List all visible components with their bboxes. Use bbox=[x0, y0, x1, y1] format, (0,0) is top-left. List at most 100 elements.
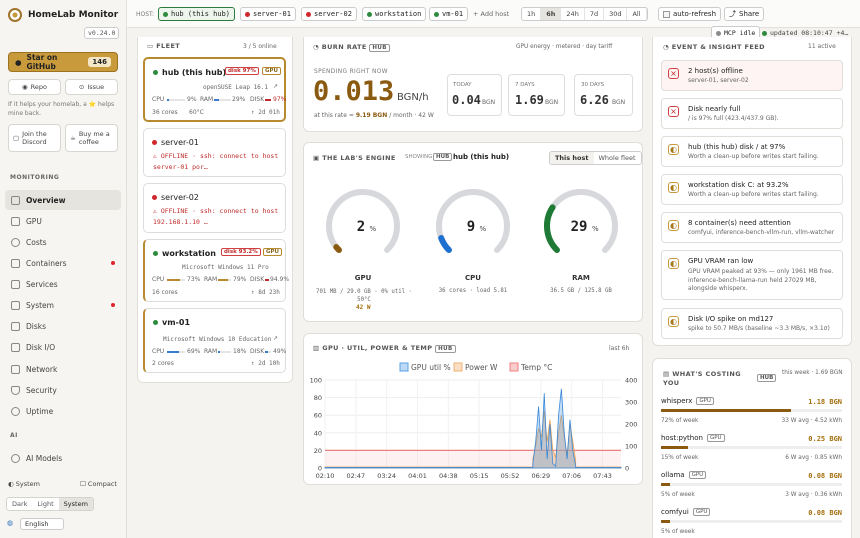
star-github-button[interactable]: ● Star on GitHub 146 bbox=[8, 52, 118, 72]
range-all[interactable]: All bbox=[627, 8, 647, 20]
host-card-server-02[interactable]: server-02 ⚠ OFFLINE · ssh: connect to ho… bbox=[143, 183, 286, 233]
range-30d[interactable]: 30d bbox=[604, 8, 628, 20]
host-card-vm-01[interactable]: vm-01 Microsoft Windows 10 Education ↗ C… bbox=[143, 308, 286, 373]
y-tick-left: 100 bbox=[310, 377, 322, 385]
gpu-badge: GPU bbox=[262, 67, 282, 75]
host-cores: 2 cores bbox=[152, 360, 174, 367]
grid-icon bbox=[11, 195, 20, 205]
host-card-server-01[interactable]: server-01 ⚠ OFFLINE · ssh: connect to ho… bbox=[143, 128, 286, 177]
theme-system[interactable]: System bbox=[58, 498, 93, 510]
cpu-icon: ▣ bbox=[313, 154, 323, 162]
range-1h[interactable]: 1h bbox=[522, 8, 542, 20]
burn-rate-unit: BGN/h bbox=[397, 92, 429, 103]
github-icon: ● bbox=[15, 57, 22, 67]
cost-box-30-days: 30 DAYS 6.26 BGN bbox=[574, 74, 633, 116]
discord-icon: ▢ bbox=[13, 134, 20, 142]
alert-gpu-vram[interactable]: ◐ GPU VRAM ran low GPU VRAM peaked at 93% … bbox=[661, 250, 843, 300]
host-card-workstation[interactable]: workstation disk 93.2% GPU Microsoft Win… bbox=[143, 239, 289, 302]
x-tick: 07:43 bbox=[593, 472, 612, 480]
repo-button[interactable]: ◉ Repo bbox=[8, 79, 61, 95]
star-count: 146 bbox=[88, 57, 111, 67]
range-7d[interactable]: 7d bbox=[585, 8, 605, 20]
app-logo-row: HomeLab Monitor bbox=[8, 8, 118, 22]
theme-dark[interactable]: Dark bbox=[7, 498, 33, 510]
sidebar-item-disks[interactable]: Disks bbox=[5, 316, 121, 336]
time-range-selector: 1h 6h 24h 7d 30d All bbox=[521, 7, 648, 21]
alert-containers[interactable]: ◐ 8 container(s) need attention comfyui, i… bbox=[661, 212, 843, 243]
external-link-icon[interactable]: ↗ bbox=[273, 335, 278, 342]
y-tick-right: 200 bbox=[625, 421, 637, 429]
alert-workstation-disk[interactable]: ◐ workstation disk C: at 93.2% Worth a cle… bbox=[661, 174, 843, 205]
sidebar-item-services[interactable]: Services bbox=[5, 274, 121, 294]
alert-disk-io[interactable]: ◐ Disk I/O spike on md127 spike to 50.7 MB… bbox=[661, 308, 843, 339]
host-os: openSUSE Leap 16.1 bbox=[203, 84, 269, 91]
monthly-estimate: at this rate ≈ 9.19 BGN / month · 42 W bbox=[314, 112, 434, 119]
gauge-value-ram: 29 bbox=[571, 219, 588, 235]
legend-label: GPU util % bbox=[411, 363, 451, 372]
y-tick-left: 40 bbox=[314, 429, 322, 437]
sidebar-item-disk-io[interactable]: Disk I/O bbox=[5, 337, 121, 357]
host-chip-workstation[interactable]: workstation bbox=[362, 7, 427, 21]
range-6h[interactable]: 6h bbox=[541, 8, 562, 20]
circle-dot-icon: ⊙ bbox=[78, 83, 85, 91]
discord-button[interactable]: ▢ Join the Discord bbox=[8, 124, 61, 152]
share-icon: ⤴ bbox=[729, 10, 736, 18]
status-dot bbox=[152, 195, 157, 200]
theme-switch: Dark Light System bbox=[6, 497, 94, 511]
box-icon bbox=[11, 258, 20, 268]
sidebar-item-gpu[interactable]: GPU bbox=[5, 211, 121, 231]
cost-item-host-python[interactable]: host:python GPU bbox=[661, 434, 725, 442]
sidebar-item-containers[interactable]: Containers bbox=[5, 253, 121, 273]
hub-badge: HUB bbox=[433, 153, 453, 161]
host-chip-hub[interactable]: hub (this hub) bbox=[158, 7, 236, 21]
legend-swatch bbox=[453, 362, 463, 372]
theme-light[interactable]: Light bbox=[32, 498, 59, 510]
range-24h[interactable]: 24h bbox=[561, 8, 585, 20]
host-name: server-02 bbox=[161, 193, 199, 202]
issue-button[interactable]: ⊙ Issue bbox=[65, 79, 118, 95]
legend-swatch bbox=[399, 362, 409, 372]
add-host-button[interactable]: + Add host bbox=[473, 10, 509, 18]
sidebar-item-system[interactable]: System bbox=[5, 295, 121, 315]
host-chip-vm-01[interactable]: vm-01 bbox=[429, 7, 469, 21]
gauge-value-cpu: 9 bbox=[467, 219, 475, 235]
sidebar-item-uptime[interactable]: Uptime bbox=[5, 401, 121, 421]
layers-icon bbox=[11, 279, 20, 289]
alert-disk-nearly-full[interactable]: × Disk nearly full / is 97% full (423.4/43… bbox=[661, 98, 843, 129]
gauge-value-gpu: 2 bbox=[357, 219, 365, 235]
alert-hub-disk[interactable]: ◐ hub (this hub) disk / at 97% Worth a cle… bbox=[661, 136, 843, 167]
host-temp: 60°C bbox=[189, 109, 204, 116]
toggle-whole-fleet[interactable]: Whole fleet bbox=[594, 152, 641, 164]
host-name: hub (this hub) bbox=[162, 68, 227, 77]
sidebar-item-security[interactable]: Security bbox=[5, 380, 121, 400]
sidebar-item-overview[interactable]: Overview bbox=[5, 190, 121, 210]
external-link-icon[interactable]: ↗ bbox=[273, 83, 278, 90]
receipt-icon: ▤ bbox=[663, 370, 673, 378]
y-tick-left: 80 bbox=[314, 394, 322, 402]
compact-toggle[interactable]: ☐ Compact bbox=[80, 480, 117, 488]
cost-item-whisperx[interactable]: whisperx GPU bbox=[661, 397, 714, 405]
activity-icon bbox=[11, 342, 20, 352]
cost-item-comfyui[interactable]: comfyui GPU bbox=[661, 508, 711, 516]
language-select[interactable]: English bbox=[20, 518, 64, 530]
toggle-this-host[interactable]: This host bbox=[550, 152, 594, 164]
host-os: Microsoft Windows 10 Education bbox=[163, 336, 272, 343]
host-chip-server-02[interactable]: server-02 bbox=[301, 7, 357, 21]
sidebar-item-network[interactable]: Network bbox=[5, 359, 121, 379]
host-chip-server-01[interactable]: server-01 bbox=[240, 7, 296, 21]
alert-hosts-offline[interactable]: × 2 host(s) offline server-01, server-02 bbox=[661, 60, 843, 91]
sidebar-item-ai-models[interactable]: AI Models bbox=[5, 448, 121, 468]
alert-dot bbox=[111, 303, 115, 307]
updated-timestamp: updated 08:10:47 +4… bbox=[762, 29, 848, 37]
status-dot bbox=[434, 11, 439, 17]
coffee-button[interactable]: ☕ Buy me a coffee bbox=[65, 124, 118, 152]
x-tick: 05:15 bbox=[470, 472, 489, 480]
sidebar-item-costs[interactable]: Costs bbox=[5, 232, 121, 252]
gpu-chart-title: ▥ GPU · UTIL, POWER & TEMP HUB bbox=[313, 344, 456, 353]
host-card-hub[interactable]: hub (this hub) disk 97% GPU openSUSE Lea… bbox=[143, 57, 286, 122]
cost-item-ollama[interactable]: ollama GPU bbox=[661, 471, 707, 479]
coffee-icon: ☕ bbox=[70, 134, 76, 142]
system-toggle[interactable]: ◐ System bbox=[8, 480, 40, 488]
share-button[interactable]: ⤴ Share bbox=[724, 7, 765, 21]
auto-refresh-toggle[interactable]: auto-refresh bbox=[658, 7, 722, 21]
